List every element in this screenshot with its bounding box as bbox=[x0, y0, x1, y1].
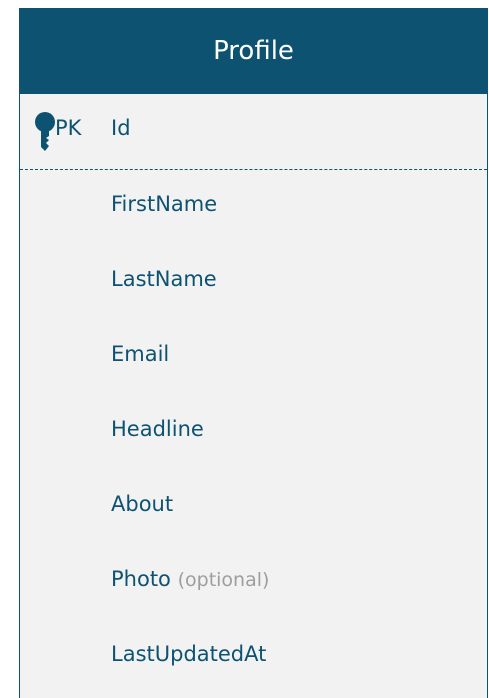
primary-key-row: PK Id bbox=[20, 94, 487, 170]
entity-profile: Profile PK Id FirstName LastName Email H… bbox=[19, 8, 488, 698]
entity-header: Profile bbox=[20, 8, 487, 94]
primary-key-marker: PK bbox=[55, 116, 82, 140]
field-id: Id bbox=[111, 116, 131, 140]
field-firstname: FirstName bbox=[111, 192, 218, 216]
field-lastname: LastName bbox=[111, 267, 217, 291]
key-icon bbox=[35, 112, 55, 151]
optional-tag: (optional) bbox=[177, 569, 270, 591]
field-headline: Headline bbox=[111, 417, 204, 441]
field-lastupdatedat: LastUpdatedAt bbox=[111, 642, 267, 666]
field-email: Email bbox=[111, 342, 170, 366]
field-about: About bbox=[111, 492, 174, 516]
entity-title: Profile bbox=[213, 36, 294, 66]
field-photo: Photo (optional) bbox=[111, 567, 270, 591]
